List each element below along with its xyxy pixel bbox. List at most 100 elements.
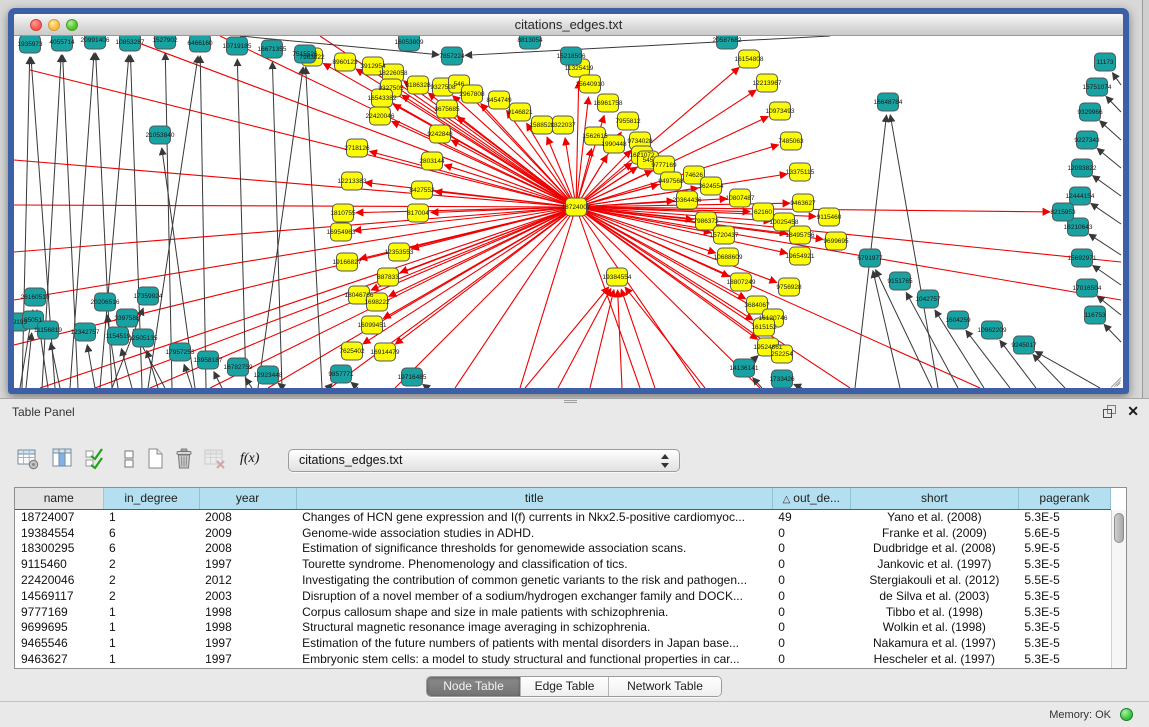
table-cell[interactable]: Yano et al. (2008) <box>850 509 1018 525</box>
table-cell[interactable]: 2009 <box>199 525 296 541</box>
graph-edge[interactable] <box>1091 203 1121 224</box>
table-cell[interactable]: Wolkin et al. (1998) <box>850 620 1018 636</box>
table-cell[interactable]: 19384554 <box>15 525 103 541</box>
column-visibility-icon[interactable] <box>51 447 75 471</box>
tab-edge-table[interactable]: Edge Table <box>521 677 609 696</box>
graph-edge[interactable] <box>455 207 576 388</box>
column-header-year[interactable]: year <box>199 488 296 509</box>
table-row[interactable]: 2242004622012Investigating the contribut… <box>15 572 1111 588</box>
graph-edge[interactable] <box>1106 96 1121 112</box>
graph-edge[interactable] <box>121 349 132 388</box>
graph-edge[interactable] <box>1100 121 1121 140</box>
table-cell[interactable]: 1 <box>103 509 199 525</box>
graph-edge[interactable] <box>794 384 802 388</box>
table-cell[interactable]: Estimation of the future numbers of pati… <box>296 635 772 651</box>
row-selection-icon[interactable] <box>84 447 108 471</box>
graph-edge[interactable] <box>576 207 640 388</box>
table-cell[interactable]: 1998 <box>199 620 296 636</box>
table-cell[interactable]: 2008 <box>199 509 296 525</box>
table-cell[interactable]: 6 <box>103 541 199 557</box>
column-header-out-de-[interactable]: △out_de... <box>772 488 850 509</box>
graph-edge[interactable] <box>14 207 576 252</box>
graph-edge[interactable] <box>200 56 206 388</box>
graph-edge[interactable] <box>1089 234 1121 255</box>
table-cell[interactable]: Estimation of significance thresholds fo… <box>296 541 772 557</box>
table-cell[interactable]: 2003 <box>199 588 296 604</box>
table-row[interactable]: 946362711997Embryonic stem cells: a mode… <box>15 651 1111 667</box>
table-cell[interactable]: 0 <box>772 525 850 541</box>
table-cell[interactable]: Stergiakouli et al. (2012) <box>850 572 1018 588</box>
column-header-in-degree[interactable]: in_degree <box>103 488 199 509</box>
table-cell[interactable]: Structural magnetic resonance image aver… <box>296 620 772 636</box>
table-cell[interactable]: 1 <box>103 620 199 636</box>
table-cell[interactable]: 9115460 <box>15 556 103 572</box>
table-cell[interactable]: 0 <box>772 588 850 604</box>
table-cell[interactable]: 5.3E-5 <box>1018 635 1110 651</box>
table-cell[interactable]: 5.3E-5 <box>1018 604 1110 620</box>
table-cell[interactable]: 0 <box>772 604 850 620</box>
delete-column-icon[interactable] <box>172 447 196 471</box>
table-cell[interactable]: Tourette syndrome. Phenomenology and cla… <box>296 556 772 572</box>
table-scrollbar[interactable] <box>1111 510 1126 668</box>
graph-edge[interactable] <box>527 123 576 207</box>
graph-edge[interactable] <box>576 207 700 388</box>
table-row[interactable]: 1938455462009Genome-wide association stu… <box>15 525 1111 541</box>
graph-edge[interactable] <box>618 290 622 388</box>
column-header-title[interactable]: title <box>296 488 772 509</box>
graph-edge[interactable] <box>40 207 576 388</box>
graph-edge[interactable] <box>1112 73 1121 85</box>
table-settings-icon[interactable] <box>16 447 40 471</box>
table-cell[interactable]: 1998 <box>199 604 296 620</box>
window-title-bar[interactable]: citations_edges.txt <box>14 14 1123 36</box>
table-cell[interactable]: 18300295 <box>15 541 103 557</box>
tab-node-table[interactable]: Node Table <box>427 677 521 696</box>
table-cell[interactable]: 9463627 <box>15 651 103 667</box>
table-cell[interactable]: 5.3E-5 <box>1018 588 1110 604</box>
table-cell[interactable]: 0 <box>772 620 850 636</box>
graph-edge[interactable] <box>395 207 576 344</box>
graph-edge[interactable] <box>1104 324 1121 342</box>
table-cell[interactable]: 2008 <box>199 541 296 557</box>
table-cell[interactable]: 9777169 <box>15 604 103 620</box>
table-row[interactable]: 969969511998Structural magnetic resonanc… <box>15 620 1111 636</box>
tab-network-table[interactable]: Network Table <box>609 677 721 696</box>
close-icon[interactable]: ✕ <box>1127 403 1139 419</box>
column-header-name[interactable]: name <box>15 488 103 509</box>
table-cell[interactable]: Dudbridge et al. (2008) <box>850 541 1018 557</box>
table-row[interactable]: 1872400712008Changes of HCN gene express… <box>15 509 1111 525</box>
table-cell[interactable]: Investigating the contribution of common… <box>296 572 772 588</box>
table-cell[interactable]: Changes of HCN gene expression and I(f) … <box>296 509 772 525</box>
table-cell[interactable]: 9465546 <box>15 635 103 651</box>
network-canvas[interactable]: 1872400713220371132541915640910169617587… <box>14 36 1123 388</box>
graph-edge[interactable] <box>14 205 576 207</box>
graph-edge[interactable] <box>423 384 428 388</box>
table-cell[interactable]: 0 <box>772 556 850 572</box>
graph-edge[interactable] <box>525 287 609 388</box>
table-cell[interactable]: 5.3E-5 <box>1018 509 1110 525</box>
graph-edge[interactable] <box>14 207 576 300</box>
table-cell[interactable]: 6 <box>103 525 199 541</box>
table-cell[interactable]: 5.3E-5 <box>1018 620 1110 636</box>
table-cell[interactable]: 2 <box>103 588 199 604</box>
table-cell[interactable]: 2012 <box>199 572 296 588</box>
table-cell[interactable]: 1997 <box>199 556 296 572</box>
graph-edge[interactable] <box>51 343 60 388</box>
table-cell[interactable]: Corpus callosum shape and size in male p… <box>296 604 772 620</box>
column-header-short[interactable]: short <box>850 488 1018 509</box>
table-cell[interactable]: 0 <box>772 635 850 651</box>
table-cell[interactable]: 1997 <box>199 635 296 651</box>
function-builder-icon[interactable]: f(x) <box>240 447 264 471</box>
graph-edge[interactable] <box>237 59 246 388</box>
table-cell[interactable]: 0 <box>772 541 850 557</box>
graph-edge[interactable] <box>184 364 192 388</box>
window-close-button[interactable] <box>30 19 42 31</box>
table-cell[interactable]: 0 <box>772 572 850 588</box>
table-cell[interactable]: Nakamura et al. (1997) <box>850 635 1018 651</box>
table-cell[interactable]: 2 <box>103 572 199 588</box>
column-header-pagerank[interactable]: pagerank <box>1018 488 1110 509</box>
graph-edge[interactable] <box>890 115 938 388</box>
table-row[interactable]: 911546021997Tourette syndrome. Phenomeno… <box>15 556 1111 572</box>
window-minimize-button[interactable] <box>48 19 60 31</box>
table-cell[interactable]: de Silva et al. (2003) <box>850 588 1018 604</box>
table-cell[interactable]: 1997 <box>199 651 296 667</box>
